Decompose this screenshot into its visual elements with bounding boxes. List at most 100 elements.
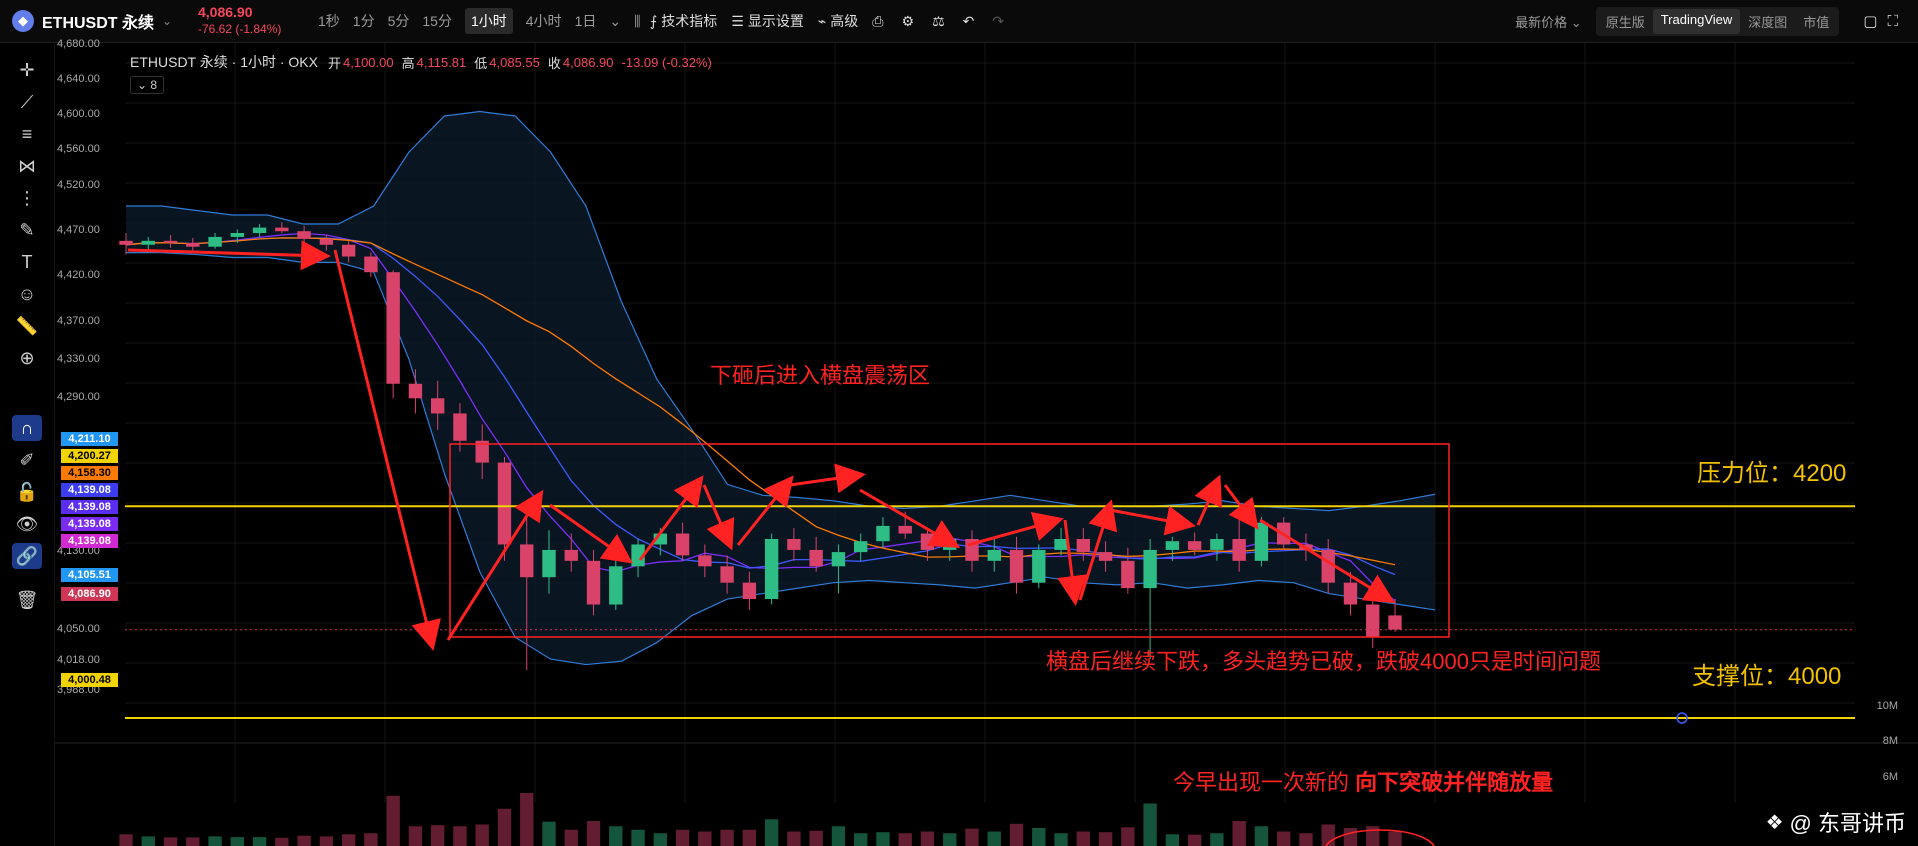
trendline-icon[interactable]: ⟋ bbox=[12, 89, 42, 115]
candle-body bbox=[1121, 560, 1135, 589]
candle-body bbox=[698, 555, 712, 567]
candle-body bbox=[1343, 582, 1358, 605]
emoji-icon[interactable]: ☺ bbox=[12, 281, 42, 307]
zoom-in-icon[interactable]: ⊕ bbox=[12, 345, 42, 371]
volume-bar bbox=[1299, 833, 1313, 846]
interval-4h[interactable]: 4小时 bbox=[526, 11, 562, 31]
price-chart[interactable] bbox=[55, 43, 1918, 846]
volume-bar bbox=[742, 829, 757, 846]
volume-bar bbox=[542, 821, 556, 846]
redo-button[interactable]: ↷ bbox=[992, 13, 1008, 30]
advanced-button[interactable]: ⌁ 高级 bbox=[818, 11, 858, 31]
top-toolbar: ◆ ETHUSDT 永续 ⌄ 4,086.90 -76.62 (-1.84%) … bbox=[0, 0, 1918, 43]
interval-5m[interactable]: 5分 bbox=[388, 11, 410, 31]
interval-tabs: 1秒 1分 5分 15分 1小时 4小时 1日 ⌄ ⫼ bbox=[318, 0, 654, 42]
fib-icon[interactable]: ⋮ bbox=[12, 185, 42, 211]
crosshair-icon[interactable]: ✛ bbox=[12, 57, 42, 83]
volume-bar bbox=[186, 837, 200, 846]
interval-15m[interactable]: 15分 bbox=[422, 11, 452, 31]
interval-more-chevron-icon[interactable]: ⌄ bbox=[609, 13, 621, 30]
volume-bar bbox=[876, 832, 890, 846]
brush-icon[interactable]: ✎ bbox=[12, 217, 42, 243]
volume-bar bbox=[609, 826, 623, 846]
y-tick: 4,370.00 bbox=[57, 315, 100, 327]
view-market-cap[interactable]: 市值 bbox=[1795, 9, 1837, 34]
link-icon[interactable]: 🔗 bbox=[12, 543, 42, 569]
latest-price-dropdown[interactable]: 最新价格 ⌄ bbox=[1515, 12, 1582, 31]
volume-bar bbox=[1232, 821, 1246, 846]
candle-body bbox=[141, 240, 155, 245]
display-settings-button[interactable]: ☰ 显示设置 bbox=[731, 11, 804, 31]
watermark: ❖ @ 东哥讲币 bbox=[1766, 806, 1906, 838]
candle-body bbox=[854, 541, 868, 553]
view-tradingview[interactable]: TradingView bbox=[1652, 8, 1741, 34]
gear-icon: ⚙ bbox=[901, 12, 915, 29]
candle-body bbox=[364, 256, 378, 273]
support-label: 支撑位：4000 bbox=[1692, 663, 1842, 690]
indicators-button[interactable]: ⨍ 技术指标 bbox=[650, 11, 717, 31]
fullscreen-icon[interactable]: ▢ bbox=[1863, 12, 1877, 30]
candle-body bbox=[831, 552, 846, 567]
y-tick: 4,640.00 bbox=[57, 73, 100, 85]
volume-bar bbox=[1343, 828, 1358, 846]
volume-bar bbox=[364, 833, 378, 846]
expand-icon[interactable]: ⛶ bbox=[1887, 13, 1898, 30]
high-key: 高 bbox=[401, 55, 415, 71]
undo-button[interactable]: ↶ bbox=[963, 13, 979, 30]
candle-type-icon[interactable]: ⫼ bbox=[634, 13, 640, 30]
horizontal-lines-icon[interactable]: ≡ bbox=[12, 121, 42, 147]
interval-1s[interactable]: 1秒 bbox=[318, 11, 340, 31]
volume-bar bbox=[653, 833, 667, 846]
eye-icon[interactable]: 👁 bbox=[12, 511, 42, 537]
volume-bar bbox=[341, 834, 356, 846]
view-native[interactable]: 原生版 bbox=[1598, 9, 1653, 34]
volume-bar bbox=[163, 837, 178, 846]
candle-body bbox=[1232, 539, 1246, 561]
volume-bar bbox=[943, 833, 957, 846]
magnet-icon[interactable]: ∩ bbox=[12, 415, 42, 441]
text-icon[interactable]: T bbox=[12, 249, 42, 275]
volume-tick: 10M bbox=[1876, 700, 1898, 712]
candle-body bbox=[1054, 539, 1068, 550]
volume-bar bbox=[1254, 826, 1269, 846]
volume-bar bbox=[764, 819, 779, 846]
price-tag-ma-blue: 4,139.08 bbox=[61, 483, 118, 497]
view-depth[interactable]: 深度图 bbox=[1740, 9, 1795, 34]
redo-icon: ↷ bbox=[992, 12, 1005, 29]
indicator-toggle[interactable]: ⌄ 8 bbox=[130, 76, 165, 94]
binance-square-icon: ❖ bbox=[1765, 811, 1784, 834]
price-tag-ma-indigo: 4,139.08 bbox=[61, 500, 118, 514]
volume-bar bbox=[831, 826, 846, 846]
snapshot-button[interactable]: ⎙ bbox=[872, 13, 887, 30]
candle-body bbox=[987, 549, 1001, 561]
volume-bar bbox=[297, 835, 311, 846]
trash-icon[interactable]: 🗑 bbox=[12, 587, 42, 613]
gear-button[interactable]: ⚙ bbox=[902, 13, 919, 30]
candle-body bbox=[319, 238, 334, 245]
candle-body bbox=[898, 525, 912, 534]
price-tag-bb-mid: 4,105.51 bbox=[61, 568, 118, 582]
interval-1h[interactable]: 1小时 bbox=[464, 8, 513, 34]
candle-body bbox=[876, 525, 890, 542]
breakdown-annotation: 横盘后继续下跌，多头趋势已破，跌破4000只是时间问题 bbox=[1046, 649, 1601, 674]
lock-icon[interactable]: 🔓 bbox=[12, 479, 42, 505]
undo-icon: ↶ bbox=[962, 12, 975, 29]
interval-1m[interactable]: 1分 bbox=[353, 11, 375, 31]
scale-button[interactable]: ⚖ bbox=[932, 13, 949, 30]
candle-body bbox=[408, 383, 423, 399]
volume-bar bbox=[119, 834, 133, 846]
pattern-icon[interactable]: ⋈ bbox=[12, 153, 42, 179]
interval-1d[interactable]: 1日 bbox=[575, 11, 597, 31]
symbol-selector[interactable]: ◆ ETHUSDT 永续 ⌄ bbox=[12, 0, 172, 42]
volume-bar bbox=[965, 828, 979, 846]
candle-body bbox=[119, 240, 133, 245]
y-tick: 4,520.00 bbox=[57, 179, 100, 191]
open-value: 4,100.00 bbox=[343, 54, 394, 70]
candle-body bbox=[275, 227, 289, 232]
candle-body bbox=[609, 566, 623, 605]
y-tick: 4,290.00 bbox=[57, 391, 100, 403]
lock-pen-icon[interactable]: ✐ bbox=[12, 447, 42, 473]
volume-bar bbox=[854, 833, 868, 846]
camera-icon: ⎙ bbox=[872, 12, 884, 29]
ruler-icon[interactable]: 📏 bbox=[12, 313, 42, 339]
